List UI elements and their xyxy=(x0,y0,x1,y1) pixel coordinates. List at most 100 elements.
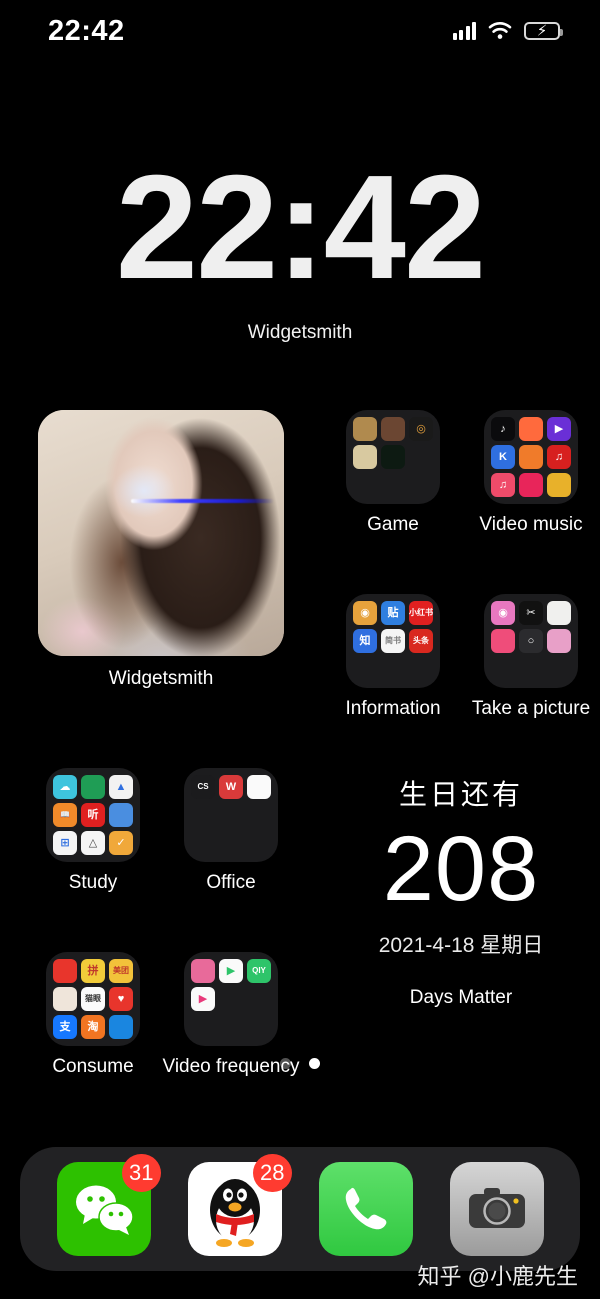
game-icon-4[interactable] xyxy=(353,445,377,469)
colorful-app-icon[interactable] xyxy=(547,629,571,653)
tiktok-icon[interactable]: ♪ xyxy=(491,417,515,441)
cloud-study-icon[interactable]: ☁ xyxy=(53,775,77,799)
dock-item-wechat[interactable]: 31 xyxy=(56,1154,161,1256)
photo-editor-icon[interactable] xyxy=(547,601,571,625)
folder-information-grid: ◉ 贴 小红书知 简书 头条 xyxy=(346,594,440,688)
tencent-video-icon-glyph: ▶ xyxy=(198,992,208,1005)
days-matter-count: 208 xyxy=(382,818,540,920)
folder-slot-empty xyxy=(409,473,433,497)
grid-row-1: Widgetsmith ◎ Game ♪ ▶ K ♫ ♫ Video music xyxy=(0,410,600,720)
folder-office[interactable]: CS W Office xyxy=(162,768,300,894)
wechat-badge: 31 xyxy=(122,1154,161,1192)
days-matter-title: 生日还有 xyxy=(398,779,523,810)
beauty-cam-icon[interactable] xyxy=(491,629,515,653)
bird-app-icon[interactable] xyxy=(519,445,543,469)
ting-icon-glyph: 听 xyxy=(87,808,99,821)
apple-music-icon[interactable]: ♫ xyxy=(491,473,515,497)
folder-office-label: Office xyxy=(206,872,256,893)
xiaohongshu-icon-glyph: 小红书 xyxy=(409,608,433,617)
status-bar: 22:42 ⚡ xyxy=(0,0,600,62)
graduation-icon[interactable]: ▲ xyxy=(109,775,133,799)
folder-video-frequency-grid: ▶ QIY ▶ xyxy=(184,952,278,1046)
iqiyi-icon[interactable]: QIY xyxy=(247,959,271,983)
weibo-icon[interactable]: ◉ xyxy=(353,601,377,625)
folder-slot-empty xyxy=(519,657,543,681)
dolphin-app-icon[interactable] xyxy=(109,1015,133,1039)
clock-widget[interactable]: 22:42 Widgetsmith xyxy=(0,153,600,344)
jianshu-icon[interactable]: 简书 xyxy=(381,629,405,653)
clock-widget-label: Widgetsmith xyxy=(247,322,353,344)
variety-app-icon[interactable] xyxy=(547,473,571,497)
lightning-bolt-icon: ⚡ xyxy=(536,22,548,40)
zhihu-icon-glyph: 知 xyxy=(359,634,371,647)
folder-information-label: Information xyxy=(345,698,441,719)
dock-item-qq[interactable]: 28 xyxy=(187,1154,292,1256)
grid-app-icon[interactable]: ⊞ xyxy=(53,831,77,855)
notes-icon[interactable] xyxy=(109,803,133,827)
qq-music-icon[interactable] xyxy=(519,473,543,497)
weibo-icon-glyph: ◉ xyxy=(360,606,370,619)
folder-slot-empty xyxy=(491,657,515,681)
tiktok-icon-glyph: ♪ xyxy=(500,422,506,435)
pet-app-icon[interactable] xyxy=(53,987,77,1011)
bilibili-icon[interactable] xyxy=(191,959,215,983)
dock-item-phone[interactable] xyxy=(318,1162,413,1256)
toutiao-icon[interactable]: 头条 xyxy=(409,629,433,653)
folder-game[interactable]: ◎ Game xyxy=(324,410,462,536)
camscanner-icon-glyph: CS xyxy=(197,782,209,791)
tieba-icon[interactable]: 贴 xyxy=(381,601,405,625)
game-icon-2[interactable] xyxy=(381,417,405,441)
alipay-icon[interactable]: 支 xyxy=(53,1015,77,1039)
kuaishou-icon[interactable] xyxy=(519,417,543,441)
book-icon-glyph: 📖 xyxy=(60,810,70,819)
health-app-icon[interactable]: ♥ xyxy=(109,987,133,1011)
folder-slot-empty xyxy=(353,657,377,681)
dictionary-icon[interactable] xyxy=(81,775,105,799)
page-dot-1[interactable] xyxy=(280,1058,291,1069)
xianyu-icon[interactable] xyxy=(53,959,77,983)
ting-icon[interactable]: 听 xyxy=(81,803,105,827)
meituan-icon[interactable]: 美团 xyxy=(109,959,133,983)
tencent-video-icon[interactable]: ▶ xyxy=(191,987,215,1011)
folder-take-a-picture[interactable]: ◉ ✂ ○ Take a picture xyxy=(462,594,600,720)
camera-app-icon-glyph: ◉ xyxy=(498,606,508,619)
baidu-netdisk-icon[interactable] xyxy=(247,775,271,799)
youku-icon[interactable]: ▶ xyxy=(219,959,243,983)
folder-video-music[interactable]: ♪ ▶ K ♫ ♫ Video music xyxy=(462,410,600,536)
capcut-icon[interactable]: ✂ xyxy=(519,601,543,625)
folder-game-label: Game xyxy=(367,514,419,535)
page-dot-2[interactable] xyxy=(309,1058,320,1069)
dock-item-camera[interactable] xyxy=(449,1162,544,1256)
folder-study[interactable]: ☁ ▲ 📖 听 ⊞ △ ✓ Study xyxy=(24,768,162,894)
book-icon[interactable]: 📖 xyxy=(53,803,77,827)
wps-office-icon[interactable]: W xyxy=(219,775,243,799)
triangle-app-icon[interactable]: △ xyxy=(81,831,105,855)
netease-music-icon-glyph: ♫ xyxy=(554,450,564,463)
folder-slot-empty xyxy=(191,1015,215,1039)
xiaohongshu-icon[interactable]: 小红书 xyxy=(409,601,433,625)
grid-row-3: ☁ ▲ 📖 听 ⊞ △ ✓ Study CS W Office 拼美团 猫眼 ♥ 支淘 Consum… xyxy=(0,768,600,1078)
maoyan-icon[interactable]: 猫眼 xyxy=(81,987,105,1011)
game-icon-1[interactable] xyxy=(353,417,377,441)
pinduoduo-icon[interactable]: 拼 xyxy=(81,959,105,983)
camera-app-icon[interactable]: ◉ xyxy=(491,601,515,625)
game-icon-5[interactable] xyxy=(381,445,405,469)
folder-information[interactable]: ◉ 贴 小红书知 简书 头条 Information xyxy=(324,594,462,720)
photo-widget[interactable] xyxy=(38,410,284,656)
photo-widget-glow xyxy=(111,464,176,519)
camscanner-icon[interactable]: CS xyxy=(191,775,215,799)
taobao-icon[interactable]: 淘 xyxy=(81,1015,105,1039)
netease-music-icon[interactable]: ♫ xyxy=(547,445,571,469)
days-matter-widget[interactable]: 生日还有 208 2021-4-18 星期日 Days Matter xyxy=(338,768,584,1014)
zhihu-icon[interactable]: 知 xyxy=(353,629,377,653)
page-indicator[interactable] xyxy=(0,1058,600,1069)
game-icon-3[interactable]: ◎ xyxy=(409,417,433,441)
kugou-icon[interactable]: K xyxy=(491,445,515,469)
circle-app-icon-glyph: ○ xyxy=(527,634,535,647)
checklist-icon[interactable]: ✓ xyxy=(109,831,133,855)
video-editor-icon[interactable]: ▶ xyxy=(547,417,571,441)
pinduoduo-icon-glyph: 拼 xyxy=(87,964,99,977)
game-icon-3-glyph: ◎ xyxy=(416,422,426,435)
circle-app-icon[interactable]: ○ xyxy=(519,629,543,653)
home-screen: 22:42 ⚡ 22:42 Widgetsmith Widgetsmith ◎ … xyxy=(0,0,600,1299)
